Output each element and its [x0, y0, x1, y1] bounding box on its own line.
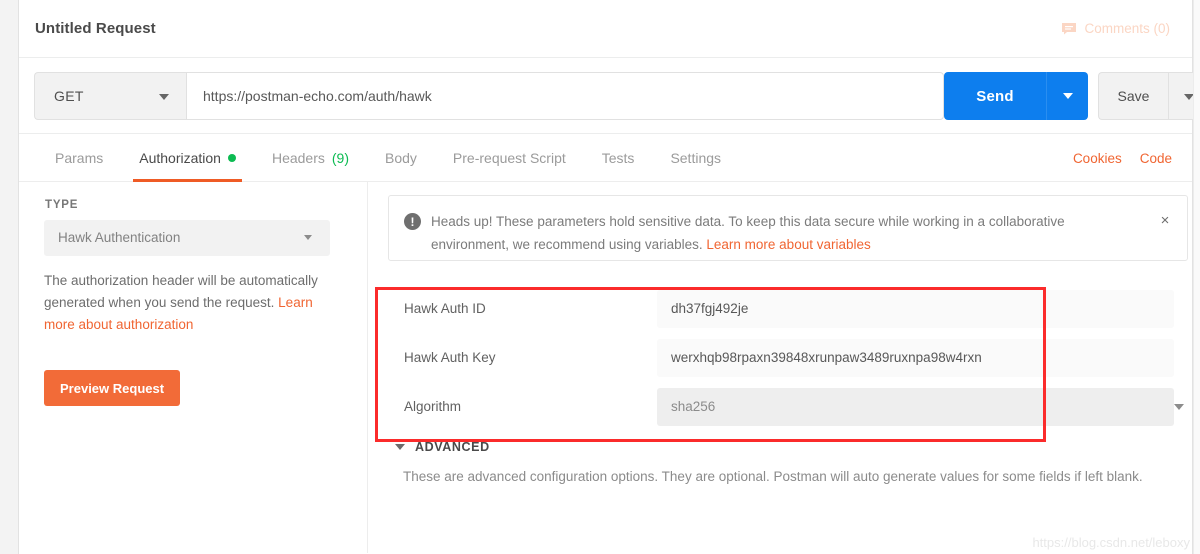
watermark: https://blog.csdn.net/leboxy [1032, 535, 1190, 550]
send-options-button[interactable] [1046, 72, 1088, 120]
learn-more-variables-link[interactable]: Learn more about variables [706, 237, 870, 252]
advanced-title: ADVANCED [415, 440, 490, 454]
auth-form-area: ! Heads up! These parameters hold sensit… [369, 182, 1192, 553]
tab-body[interactable]: Body [367, 134, 435, 182]
advanced-toggle[interactable]: ADVANCED [395, 440, 490, 454]
field-row: Algorithm sha256 [369, 383, 1192, 432]
request-panel: Untitled Request Comments (0) GET https:… [18, 0, 1200, 554]
chevron-down-icon [395, 444, 405, 450]
tab-tests[interactable]: Tests [584, 134, 653, 182]
tab-status-dot [227, 154, 236, 162]
cookies-link[interactable]: Cookies [1073, 151, 1122, 166]
tab-label: Settings [670, 150, 722, 166]
title-bar: Untitled Request Comments (0) [19, 0, 1192, 58]
authorization-pane: TYPE Hawk Authentication The authorizati… [19, 182, 1192, 553]
url-bar: GET https://postman-echo.com/auth/hawk S… [19, 58, 1200, 134]
chevron-down-icon [1063, 93, 1073, 99]
field-value: werxhqb98rpaxn39848xrunpaw3489ruxnpa98w4… [671, 350, 982, 365]
comments-label: Comments (0) [1084, 21, 1170, 36]
tab-count: (9) [331, 150, 349, 166]
field-input-hawk-auth-id[interactable]: dh37fgj492je [657, 290, 1174, 328]
url-value: https://postman-echo.com/auth/hawk [203, 88, 432, 104]
page-title: Untitled Request [35, 20, 156, 37]
auth-type-select[interactable]: Hawk Authentication [44, 220, 330, 256]
tab-label: Headers [271, 150, 325, 166]
tab-actions: Cookies Code [1073, 134, 1172, 182]
close-icon[interactable]: × [1157, 213, 1173, 229]
http-method-select[interactable]: GET [34, 72, 186, 120]
field-row: Hawk Auth Key werxhqb98rpaxn39848xrunpaw3… [369, 334, 1192, 383]
auth-type-sidebar: TYPE Hawk Authentication The authorizati… [19, 182, 368, 553]
code-link[interactable]: Code [1140, 151, 1172, 166]
field-row: Hawk Auth ID dh37fgj492je [369, 285, 1192, 334]
chevron-down-icon [304, 235, 312, 240]
tab-settings[interactable]: Settings [652, 134, 739, 182]
tab-label: Pre-request Script [452, 150, 566, 166]
save-button[interactable]: Save [1098, 72, 1168, 120]
comment-icon [1061, 22, 1077, 35]
auth-description: The authorization header will be automat… [44, 270, 334, 336]
auth-fields: Hawk Auth ID dh37fgj492je Hawk Auth Key wer… [369, 285, 1192, 432]
chevron-down-icon [1174, 404, 1184, 410]
exclamation-circle-icon: ! [404, 213, 421, 230]
field-select-algorithm[interactable]: sha256 [657, 388, 1174, 426]
request-tabs: Params Authorization Headers (9) Body Pre-req… [19, 134, 1192, 182]
notice-text: Heads up! These parameters hold sensitiv… [431, 210, 1131, 256]
field-value: sha256 [671, 399, 716, 414]
tab-label: Tests [601, 150, 635, 166]
chevron-down-icon [159, 94, 169, 100]
field-value: dh37fgj492je [671, 301, 749, 316]
sensitive-data-notice: ! Heads up! These parameters hold sensit… [388, 195, 1188, 261]
preview-request-button[interactable]: Preview Request [44, 370, 181, 406]
tab-headers[interactable]: Headers (9) [254, 134, 367, 182]
field-label: Hawk Auth ID [404, 301, 486, 316]
tab-label: Params [55, 150, 104, 166]
type-label: TYPE [45, 199, 79, 211]
auth-description-text: The authorization header will be automat… [44, 273, 318, 310]
tab-list: Params Authorization Headers (9) Body Pre-req… [37, 134, 739, 182]
url-input[interactable]: https://postman-echo.com/auth/hawk [186, 72, 944, 120]
field-label: Hawk Auth Key [404, 350, 496, 365]
auth-type-value: Hawk Authentication [58, 230, 181, 245]
send-button[interactable]: Send [944, 72, 1046, 120]
field-input-hawk-auth-key[interactable]: werxhqb98rpaxn39848xrunpaw3489ruxnpa98w4… [657, 339, 1174, 377]
tab-pre-request-script[interactable]: Pre-request Script [435, 134, 584, 182]
postman-request-window: Untitled Request Comments (0) GET https:… [0, 0, 1200, 554]
tab-label: Authorization [139, 150, 221, 166]
http-method-label: GET [54, 88, 84, 104]
field-label: Algorithm [404, 399, 462, 414]
tab-label: Body [385, 150, 417, 166]
tab-params[interactable]: Params [37, 134, 121, 182]
advanced-description: These are advanced configuration options… [403, 469, 1143, 484]
vertical-scrollbar[interactable] [1193, 0, 1200, 554]
tab-authorization[interactable]: Authorization [121, 134, 254, 182]
comments-button[interactable]: Comments (0) [1061, 21, 1170, 36]
